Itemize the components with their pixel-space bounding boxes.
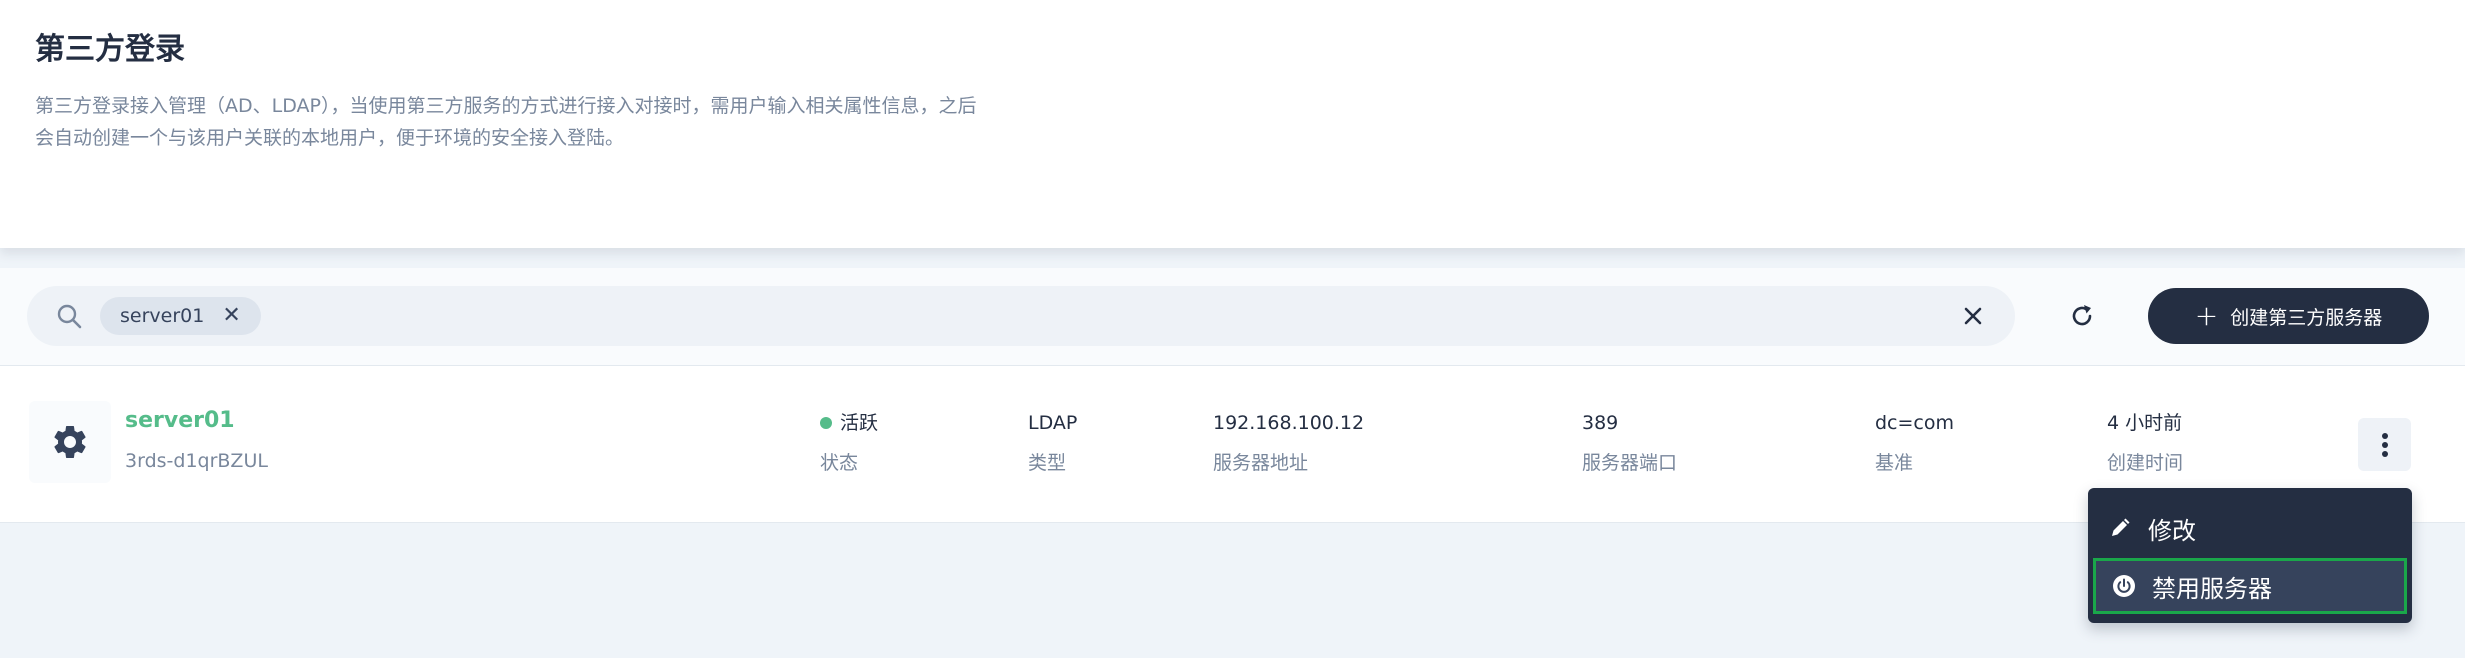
type-label: 类型: [1028, 452, 1067, 474]
status-dot-icon: [820, 417, 832, 429]
created-cell: 4 小时前 创建时间: [2107, 411, 2183, 475]
create-server-label: 创建第三方服务器: [2230, 306, 2383, 329]
actions-dropdown-menu: 修改 禁用服务器: [2088, 488, 2412, 623]
type-value: LDAP: [1028, 412, 1078, 434]
menu-item-edit[interactable]: 修改: [2092, 502, 2408, 554]
menu-item-disable-server[interactable]: 禁用服务器: [2093, 558, 2407, 614]
filter-tag: server01 ✕: [100, 297, 261, 335]
server-id: 3rds-d1qrBZUL: [125, 450, 268, 472]
address-cell: 192.168.100.12 服务器地址: [1213, 411, 1364, 475]
refresh-icon: [2072, 305, 2092, 326]
address-label: 服务器地址: [1213, 452, 1309, 474]
clear-search-icon[interactable]: [1959, 302, 1987, 330]
page-description: 第三方登录接入管理（AD、LDAP），当使用第三方服务的方式进行接入对接时，需用…: [35, 95, 977, 149]
status-label: 状态: [820, 452, 859, 474]
toolbar: server01 ✕ + 创建第三方服务器: [0, 268, 2465, 366]
more-actions-button[interactable]: [2358, 418, 2411, 471]
tag-close-icon[interactable]: ✕: [222, 305, 240, 327]
filter-tag-label: server01: [120, 305, 205, 327]
power-icon: [2112, 574, 2136, 598]
port-label: 服务器端口: [1582, 452, 1678, 474]
page-header: 第三方登录 第三方登录接入管理（AD、LDAP），当使用第三方服务的方式进行接入…: [0, 0, 2465, 248]
type-cell: LDAP 类型: [1028, 411, 1077, 475]
refresh-button[interactable]: [2052, 286, 2112, 346]
port-cell: 389 服务器端口: [1582, 411, 1677, 475]
created-label: 创建时间: [2107, 452, 2184, 474]
page-title: 第三方登录: [35, 32, 185, 67]
server-name-link[interactable]: server01: [125, 408, 235, 433]
base-label: 基准: [1875, 452, 1914, 474]
search-bar[interactable]: server01 ✕: [27, 286, 2015, 346]
status-value: 活跃: [820, 411, 878, 435]
plus-icon: +: [2194, 299, 2219, 332]
status-text: 活跃: [840, 412, 879, 434]
address-value: 192.168.100.12: [1213, 412, 1365, 434]
search-icon: [57, 304, 82, 329]
gear-icon: [54, 426, 86, 458]
menu-item-disable-label: 禁用服务器: [2152, 574, 2272, 603]
status-cell: 活跃 状态: [820, 411, 878, 475]
base-cell: dc=com 基准: [1875, 411, 1954, 475]
more-vertical-icon: [2381, 432, 2388, 457]
menu-item-edit-label: 修改: [2148, 516, 2196, 545]
create-server-button[interactable]: + 创建第三方服务器: [2148, 288, 2429, 344]
base-value: dc=com: [1875, 412, 1955, 434]
created-value: 4 小时前: [2107, 412, 2183, 434]
port-value: 389: [1582, 412, 1619, 434]
pencil-icon: [2108, 516, 2132, 540]
server-avatar: [29, 401, 111, 483]
